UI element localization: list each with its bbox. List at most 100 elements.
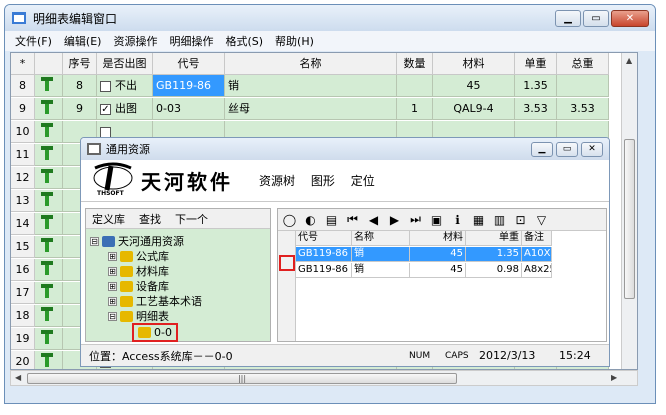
header-code[interactable]: 代号 — [153, 53, 225, 75]
menu-locate[interactable]: 定位 — [351, 174, 375, 188]
part-icon[interactable] — [35, 144, 63, 166]
tree-expander-icon[interactable]: ⊟ — [108, 311, 117, 321]
resource-cell[interactable]: A8x25 — [522, 263, 552, 278]
material-cell[interactable]: 45 — [433, 75, 515, 97]
resource-close-button[interactable]: ✕ — [581, 141, 603, 157]
tree-item[interactable]: ⊟ 明细表 — [108, 308, 169, 324]
output-checkbox[interactable] — [100, 126, 111, 138]
menu-resource[interactable]: 资源操作 — [107, 33, 163, 49]
part-icon[interactable] — [35, 305, 63, 327]
resource-header-cell[interactable]: 代号 — [296, 231, 352, 246]
menu-file[interactable]: 文件(F) — [9, 33, 58, 49]
menu-graphic[interactable]: 图形 — [311, 174, 335, 188]
output-checkbox[interactable] — [100, 80, 111, 92]
part-icon[interactable] — [35, 351, 63, 369]
resource-table-row[interactable]: GB119-86销450.98A8x25 — [296, 263, 552, 278]
define-library-button[interactable]: 定义库 — [92, 211, 125, 227]
maximize-button[interactable]: ▭ — [583, 9, 609, 27]
resource-cell[interactable]: 0.98 — [466, 263, 522, 278]
total-weight-cell[interactable]: 3.53 — [557, 98, 609, 120]
last-record-icon[interactable]: ⏭ — [408, 212, 423, 227]
calendar-icon[interactable]: ▦ — [471, 212, 486, 227]
tree-item[interactable]: 0-0 — [132, 323, 178, 342]
name-cell[interactable]: 丝母 — [225, 98, 397, 120]
next-record-icon[interactable]: ▶ — [387, 212, 402, 227]
screen-icon[interactable]: ▣ — [429, 212, 444, 227]
table-row[interactable]: 9 9 ✓ 出图 0-03 丝母 1 QAL9-4 3.53 3.53 — [11, 98, 609, 120]
vertical-scroll-thumb[interactable] — [624, 139, 635, 299]
output-cell[interactable]: 不出 — [97, 75, 153, 97]
circle-icon[interactable]: ◯ — [282, 212, 297, 227]
window-icon[interactable]: ▤ — [324, 212, 339, 227]
minimize-button[interactable]: ▁ — [555, 9, 581, 27]
part-icon[interactable] — [35, 98, 63, 120]
table-row[interactable]: 8 8 不出 GB119-86 销 45 1.35 — [11, 75, 609, 97]
header-seq[interactable]: 序号 — [63, 53, 97, 75]
info-icon[interactable]: ℹ — [450, 212, 465, 227]
tree-expander-icon[interactable]: ⊞ — [108, 251, 117, 261]
tree-expander-icon[interactable]: ⊟ — [90, 236, 99, 246]
tree-item[interactable]: ⊞ 公式库 — [108, 248, 169, 264]
resource-cell[interactable]: GB119-86 — [296, 263, 352, 278]
name-cell[interactable]: 销 — [225, 75, 397, 97]
resource-header-cell[interactable]: 备注 — [522, 231, 552, 246]
part-icon[interactable] — [35, 75, 63, 97]
part-icon[interactable] — [35, 328, 63, 350]
tree-item[interactable]: ⊞ 材料库 — [108, 263, 169, 279]
tree-expander-icon[interactable]: ⊞ — [108, 296, 117, 306]
half-circle-icon[interactable]: ◐ — [303, 212, 318, 227]
header-total-weight[interactable]: 总重 — [557, 53, 609, 75]
filter-icon[interactable]: ▽ — [534, 212, 549, 227]
scroll-right-icon[interactable]: ▶ — [611, 373, 617, 382]
code-cell[interactable]: 0-03 — [153, 98, 225, 120]
tree-expander-icon[interactable]: ⊞ — [108, 266, 117, 276]
horizontal-scrollbar[interactable]: ◀ ||| ▶ — [10, 370, 638, 386]
unit-weight-cell[interactable]: 1.35 — [515, 75, 557, 97]
output-checkbox[interactable]: ✓ — [100, 103, 111, 115]
output-cell[interactable]: ✓ 出图 — [97, 98, 153, 120]
part-icon[interactable] — [35, 236, 63, 258]
horizontal-scroll-thumb[interactable]: ||| — [27, 373, 457, 384]
header-qty[interactable]: 数量 — [397, 53, 433, 75]
tree-expander-icon[interactable]: ⊞ — [108, 281, 117, 291]
seq-cell[interactable]: 9 — [63, 98, 97, 120]
part-icon[interactable] — [35, 121, 63, 143]
code-cell[interactable]: GB119-86 — [153, 75, 225, 97]
prev-record-icon[interactable]: ◀ — [366, 212, 381, 227]
resource-cell[interactable]: 45 — [410, 263, 466, 278]
qty-cell[interactable]: 1 — [397, 98, 433, 120]
total-weight-cell[interactable] — [557, 75, 609, 97]
part-icon[interactable] — [35, 213, 63, 235]
part-icon[interactable] — [35, 167, 63, 189]
resource-cell[interactable]: 45 — [410, 247, 466, 262]
resource-maximize-button[interactable]: ▭ — [556, 141, 578, 157]
header-unit-weight[interactable]: 单重 — [515, 53, 557, 75]
tree-item[interactable]: ⊞ 工艺基本术语 — [108, 293, 202, 309]
menu-edit[interactable]: 编辑(E) — [58, 33, 108, 49]
menu-detail[interactable]: 明细操作 — [163, 33, 219, 49]
resource-cell[interactable]: 销 — [352, 247, 410, 262]
part-icon[interactable] — [35, 259, 63, 281]
unit-weight-cell[interactable]: 3.53 — [515, 98, 557, 120]
find-next-button[interactable]: 下一个 — [175, 211, 208, 227]
resource-cell[interactable]: GB119-86 — [296, 247, 352, 262]
qty-cell[interactable] — [397, 75, 433, 97]
menu-format[interactable]: 格式(S) — [219, 33, 269, 49]
header-material[interactable]: 材料 — [433, 53, 515, 75]
part-icon[interactable] — [35, 282, 63, 304]
table-icon[interactable]: ▥ — [492, 212, 507, 227]
first-record-icon[interactable]: ⏮ — [345, 212, 360, 227]
vertical-scrollbar[interactable]: ▲ — [621, 53, 637, 369]
material-cell[interactable]: QAL9-4 — [433, 98, 515, 120]
tree-item[interactable]: ⊟ 天河通用资源 — [90, 233, 184, 249]
resource-header-cell[interactable]: 名称 — [352, 231, 410, 246]
resource-cell[interactable]: 销 — [352, 263, 410, 278]
resource-header-cell[interactable]: 材料 — [410, 231, 466, 246]
resource-minimize-button[interactable]: ▁ — [531, 141, 553, 157]
resource-cell[interactable]: 1.35 — [466, 247, 522, 262]
preview-icon[interactable]: ⊡ — [513, 212, 528, 227]
part-icon[interactable] — [35, 190, 63, 212]
header-name[interactable]: 名称 — [225, 53, 397, 75]
close-button[interactable]: ✕ — [611, 9, 649, 27]
resource-table-row[interactable]: GB119-86销451.35A10X35 — [296, 247, 552, 262]
